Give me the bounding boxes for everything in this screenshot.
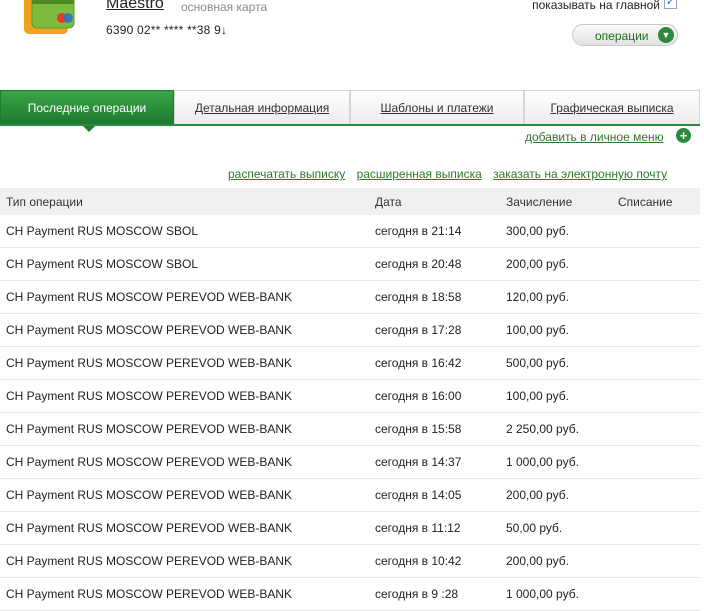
cell-date: сегодня в 9 :28	[375, 587, 459, 601]
cell-operation-type: CH Payment RUS MOSCOW PEREVOD WEB-BANK	[6, 389, 293, 403]
active-tab-pointer	[82, 125, 96, 132]
add-to-personal-menu-link[interactable]: добавить в личное меню	[525, 130, 664, 144]
cell-operation-type: CH Payment RUS MOSCOW PEREVOD WEB-BANK	[6, 521, 293, 535]
tab-templates-payments[interactable]: Шаблоны и платежи	[350, 90, 524, 124]
header-credit: Зачисление	[506, 195, 573, 209]
table-row[interactable]: CH Payment RUS MOSCOW PEREVOD WEB-BANK се…	[0, 347, 700, 380]
statement-links: распечатать выписку расширенная выписка …	[228, 167, 675, 181]
plus-icon[interactable]: +	[676, 128, 691, 143]
cell-date: сегодня в 16:00	[375, 389, 462, 403]
cell-credit: 1 000,00 руб.	[506, 455, 579, 469]
cell-date: сегодня в 20:48	[375, 257, 462, 271]
operations-button[interactable]: операции ▼	[572, 24, 678, 46]
cell-credit: 200,00 руб.	[506, 488, 569, 502]
cell-credit: 300,00 руб.	[506, 224, 569, 238]
table-row[interactable]: CH Payment RUS MOSCOW PEREVOD WEB-BANK се…	[0, 479, 700, 512]
tab-bar: Последние операции Детальная информация …	[0, 90, 704, 132]
tab-label: Детальная информация	[194, 101, 330, 115]
cell-operation-type: CH Payment RUS MOSCOW SBOL	[6, 257, 199, 271]
tab-graphic-statement[interactable]: Графическая выписка	[524, 90, 700, 124]
cell-operation-type: CH Payment RUS MOSCOW PEREVOD WEB-BANK	[6, 554, 293, 568]
operations-button-label: операции	[595, 29, 649, 43]
cell-date: сегодня в 14:37	[375, 455, 462, 469]
chevron-down-icon: ▼	[658, 27, 674, 43]
cell-date: сегодня в 16:42	[375, 356, 462, 370]
table-row[interactable]: CH Payment RUS MOSCOW SBOL сегодня в 20:4…	[0, 248, 700, 281]
cell-operation-type: CH Payment RUS MOSCOW PEREVOD WEB-BANK	[6, 290, 293, 304]
card-name[interactable]: Maestro	[106, 0, 164, 13]
cell-credit: 120,00 руб.	[506, 290, 569, 304]
cell-operation-type: CH Payment RUS MOSCOW PEREVOD WEB-BANK	[6, 488, 293, 502]
cell-operation-type: CH Payment RUS MOSCOW PEREVOD WEB-BANK	[6, 587, 293, 601]
cell-date: сегодня в 15:58	[375, 422, 462, 436]
print-statement-link[interactable]: распечатать выписку	[228, 167, 345, 181]
cell-operation-type: CH Payment RUS MOSCOW PEREVOD WEB-BANK	[6, 455, 293, 469]
cell-date: сегодня в 11:12	[375, 521, 461, 535]
cell-operation-type: CH Payment RUS MOSCOW PEREVOD WEB-BANK	[6, 323, 293, 337]
table-row[interactable]: CH Payment RUS MOSCOW PEREVOD WEB-BANK се…	[0, 281, 700, 314]
cell-date: сегодня в 14:05	[375, 488, 462, 502]
cell-date: сегодня в 10:42	[375, 554, 462, 568]
tab-label: Графическая выписка	[550, 101, 674, 115]
cell-credit: 2 250,00 руб.	[506, 422, 579, 436]
table-row[interactable]: CH Payment RUS MOSCOW PEREVOD WEB-BANK се…	[0, 446, 700, 479]
table-row[interactable]: CH Payment RUS MOSCOW PEREVOD WEB-BANK се…	[0, 578, 700, 611]
order-email-link[interactable]: заказать на электронную почту	[493, 167, 667, 181]
cell-date: сегодня в 21:14	[375, 224, 462, 238]
cell-credit: 500,00 руб.	[506, 356, 569, 370]
tab-label: Шаблоны и платежи	[380, 101, 494, 115]
tab-underline	[0, 124, 700, 126]
tab-detailed-info[interactable]: Детальная информация	[174, 90, 350, 124]
card-type-label: основная карта	[181, 0, 268, 14]
cell-credit: 100,00 руб.	[506, 323, 569, 337]
cell-credit: 50,00 руб.	[506, 521, 563, 535]
cell-operation-type: CH Payment RUS MOSCOW PEREVOD WEB-BANK	[6, 356, 293, 370]
header-debit: Списание	[618, 195, 673, 209]
table-row[interactable]: CH Payment RUS MOSCOW PEREVOD WEB-BANK се…	[0, 380, 700, 413]
cell-credit: 200,00 руб.	[506, 257, 569, 271]
tab-recent-operations[interactable]: Последние операции	[0, 90, 174, 132]
cell-operation-type: CH Payment RUS MOSCOW PEREVOD WEB-BANK	[6, 422, 293, 436]
cell-credit: 200,00 руб.	[506, 554, 569, 568]
card-number: 6390 02** **** **38 9↓	[106, 23, 228, 37]
table-row[interactable]: CH Payment RUS MOSCOW PEREVOD WEB-BANK се…	[0, 314, 700, 347]
cell-credit: 100,00 руб.	[506, 389, 569, 403]
header-date: Дата	[375, 195, 402, 209]
show-on-main-label: показывать на главной	[532, 0, 660, 12]
extended-statement-link[interactable]: расширенная выписка	[357, 167, 482, 181]
tab-label: Последние операции	[27, 101, 147, 115]
cell-date: сегодня в 17:28	[375, 323, 462, 337]
table-row[interactable]: CH Payment RUS MOSCOW PEREVOD WEB-BANK се…	[0, 545, 700, 578]
cell-credit: 1 000,00 руб.	[506, 587, 579, 601]
table-row[interactable]: CH Payment RUS MOSCOW SBOL сегодня в 21:1…	[0, 215, 700, 248]
show-on-main-checkbox[interactable]: ✓	[664, 0, 677, 9]
table-row[interactable]: CH Payment RUS MOSCOW PEREVOD WEB-BANK се…	[0, 512, 700, 545]
card-icon	[18, 0, 78, 40]
cell-operation-type: CH Payment RUS MOSCOW SBOL	[6, 224, 199, 238]
table-header: Тип операции Дата Зачисление Списание	[0, 188, 700, 215]
table-row[interactable]: CH Payment RUS MOSCOW PEREVOD WEB-BANK се…	[0, 413, 700, 446]
table-body: CH Payment RUS MOSCOW SBOL сегодня в 21:1…	[0, 215, 700, 611]
operations-table: Тип операции Дата Зачисление Списание CH…	[0, 188, 700, 611]
header-operation-type: Тип операции	[6, 195, 83, 209]
cell-date: сегодня в 18:58	[375, 290, 462, 304]
